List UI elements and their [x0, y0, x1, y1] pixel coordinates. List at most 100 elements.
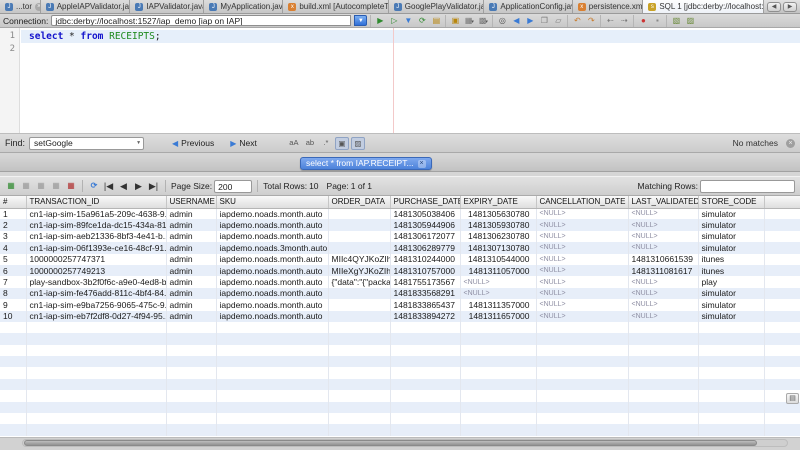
table-cell[interactable]: iapdemo.noads.month.auto: [216, 288, 328, 299]
empty-cell[interactable]: [390, 379, 460, 390]
table-cell[interactable]: play: [698, 276, 764, 287]
table-cell[interactable]: admin: [166, 265, 216, 276]
table-cell[interactable]: 1481833865437: [390, 299, 460, 310]
empty-cell[interactable]: [328, 345, 390, 356]
highlight-results-icon[interactable]: ▣: [335, 137, 349, 150]
table-cell[interactable]: iapdemo.noads.month.auto: [216, 208, 328, 219]
table-cell[interactable]: [764, 265, 800, 276]
file-tab[interactable]: J...tor×: [0, 0, 41, 13]
table-cell[interactable]: play-sandbox-3b2f0f6c-a9e0-4ed8-b...: [26, 276, 166, 287]
next-page-icon[interactable]: ▶: [132, 181, 145, 192]
empty-cell[interactable]: [216, 345, 328, 356]
column-header[interactable]: SKU: [216, 196, 328, 208]
sql-editor[interactable]: 1 2 select * from RECEIPTS;: [0, 28, 800, 133]
empty-cell[interactable]: [698, 356, 764, 367]
table-cell[interactable]: simulator: [698, 219, 764, 230]
table-cell[interactable]: cn1-iap-sim-89fce1da-dc15-434a-81...: [26, 219, 166, 230]
empty-cell[interactable]: [764, 424, 800, 435]
table-cell[interactable]: [328, 288, 390, 299]
empty-cell[interactable]: [216, 356, 328, 367]
empty-cell[interactable]: [26, 345, 166, 356]
table-cell[interactable]: <NULL>: [536, 219, 628, 230]
table-cell[interactable]: <NULL>: [536, 208, 628, 219]
empty-cell[interactable]: [460, 424, 536, 435]
empty-cell[interactable]: [628, 345, 698, 356]
table-cell[interactable]: 1481307130780: [460, 242, 536, 253]
empty-cell[interactable]: [536, 402, 628, 413]
empty-cell[interactable]: [460, 356, 536, 367]
empty-cell[interactable]: [460, 322, 536, 333]
table-cell[interactable]: iapdemo.noads.month.auto: [216, 311, 328, 322]
empty-cell[interactable]: [0, 356, 26, 367]
prev-page-icon[interactable]: ◀: [117, 181, 130, 192]
empty-cell[interactable]: [166, 356, 216, 367]
code-area[interactable]: select * from RECEIPTS;: [21, 28, 800, 133]
empty-cell[interactable]: [328, 379, 390, 390]
whole-words-icon[interactable]: ab: [303, 137, 317, 150]
table-cell[interactable]: <NULL>: [536, 242, 628, 253]
table-cell[interactable]: cn1-iap-sim-15a961a5-209c-4638-9...: [26, 208, 166, 219]
empty-cell[interactable]: [764, 322, 800, 333]
empty-cell[interactable]: [698, 345, 764, 356]
result-tab[interactable]: select * from IAP.RECEIPT... ×: [300, 157, 432, 170]
last-page-icon[interactable]: ▶|: [147, 181, 160, 192]
record-macro-icon[interactable]: ●: [637, 15, 649, 27]
table-cell[interactable]: [764, 254, 800, 265]
empty-cell[interactable]: [628, 333, 698, 344]
table-cell[interactable]: 3: [0, 231, 26, 242]
table-cell[interactable]: <NULL>: [536, 311, 628, 322]
column-header[interactable]: STORE_CODE: [698, 196, 764, 208]
table-cell[interactable]: cn1-iap-sim-aeb21336-8bf3-4e41-b...: [26, 231, 166, 242]
table-cell[interactable]: simulator: [698, 242, 764, 253]
table-cell[interactable]: admin: [166, 242, 216, 253]
empty-cell[interactable]: [26, 367, 166, 378]
empty-cell[interactable]: [0, 345, 26, 356]
close-result-tab-icon[interactable]: ×: [418, 160, 426, 168]
regex-icon[interactable]: .*: [319, 137, 333, 150]
empty-cell[interactable]: [628, 413, 698, 424]
empty-cell[interactable]: [216, 402, 328, 413]
table-cell[interactable]: <NULL>: [628, 288, 698, 299]
empty-cell[interactable]: [628, 424, 698, 435]
table-cell[interactable]: [764, 208, 800, 219]
table-cell[interactable]: 1481311057000: [460, 265, 536, 276]
empty-cell[interactable]: [536, 356, 628, 367]
column-header[interactable]: #: [0, 196, 26, 208]
empty-cell[interactable]: [698, 402, 764, 413]
table-cell[interactable]: [764, 288, 800, 299]
empty-cell[interactable]: [216, 390, 328, 401]
column-header[interactable]: USERNAME: [166, 196, 216, 208]
table-cell[interactable]: <NULL>: [628, 208, 698, 219]
empty-cell[interactable]: [628, 322, 698, 333]
empty-cell[interactable]: [166, 424, 216, 435]
table-cell[interactable]: admin: [166, 219, 216, 230]
empty-cell[interactable]: [698, 424, 764, 435]
table-cell[interactable]: <NULL>: [536, 231, 628, 242]
table-cell[interactable]: iapdemo.noads.month.auto: [216, 299, 328, 310]
empty-cell[interactable]: [26, 322, 166, 333]
file-tab[interactable]: JMyApplication.java×: [204, 0, 283, 13]
first-page-icon[interactable]: |◀: [102, 181, 115, 192]
file-tab[interactable]: JIAPValidator.java×: [130, 0, 204, 13]
empty-cell[interactable]: [628, 402, 698, 413]
empty-cell[interactable]: [26, 424, 166, 435]
empty-cell[interactable]: [328, 390, 390, 401]
empty-cell[interactable]: [328, 413, 390, 424]
table-cell[interactable]: 1481311081617: [628, 265, 698, 276]
table-cell[interactable]: 1481305944906: [390, 219, 460, 230]
empty-cell[interactable]: [460, 390, 536, 401]
close-find-bar-icon[interactable]: ×: [786, 139, 795, 148]
empty-cell[interactable]: [166, 390, 216, 401]
table-cell[interactable]: [764, 276, 800, 287]
table-cell[interactable]: iapdemo.noads.month.auto: [216, 254, 328, 265]
table-cell[interactable]: <NULL>: [628, 242, 698, 253]
empty-cell[interactable]: [166, 379, 216, 390]
insert-record-icon[interactable]: ▦: [5, 180, 17, 192]
table-cell[interactable]: admin: [166, 276, 216, 287]
table-cell[interactable]: <NULL>: [628, 276, 698, 287]
table-cell[interactable]: simulator: [698, 311, 764, 322]
table-cell[interactable]: 1481833894272: [390, 311, 460, 322]
find-input[interactable]: setGoogle ▼: [29, 137, 144, 150]
empty-cell[interactable]: [698, 379, 764, 390]
table-cell[interactable]: 1000000257749213: [26, 265, 166, 276]
